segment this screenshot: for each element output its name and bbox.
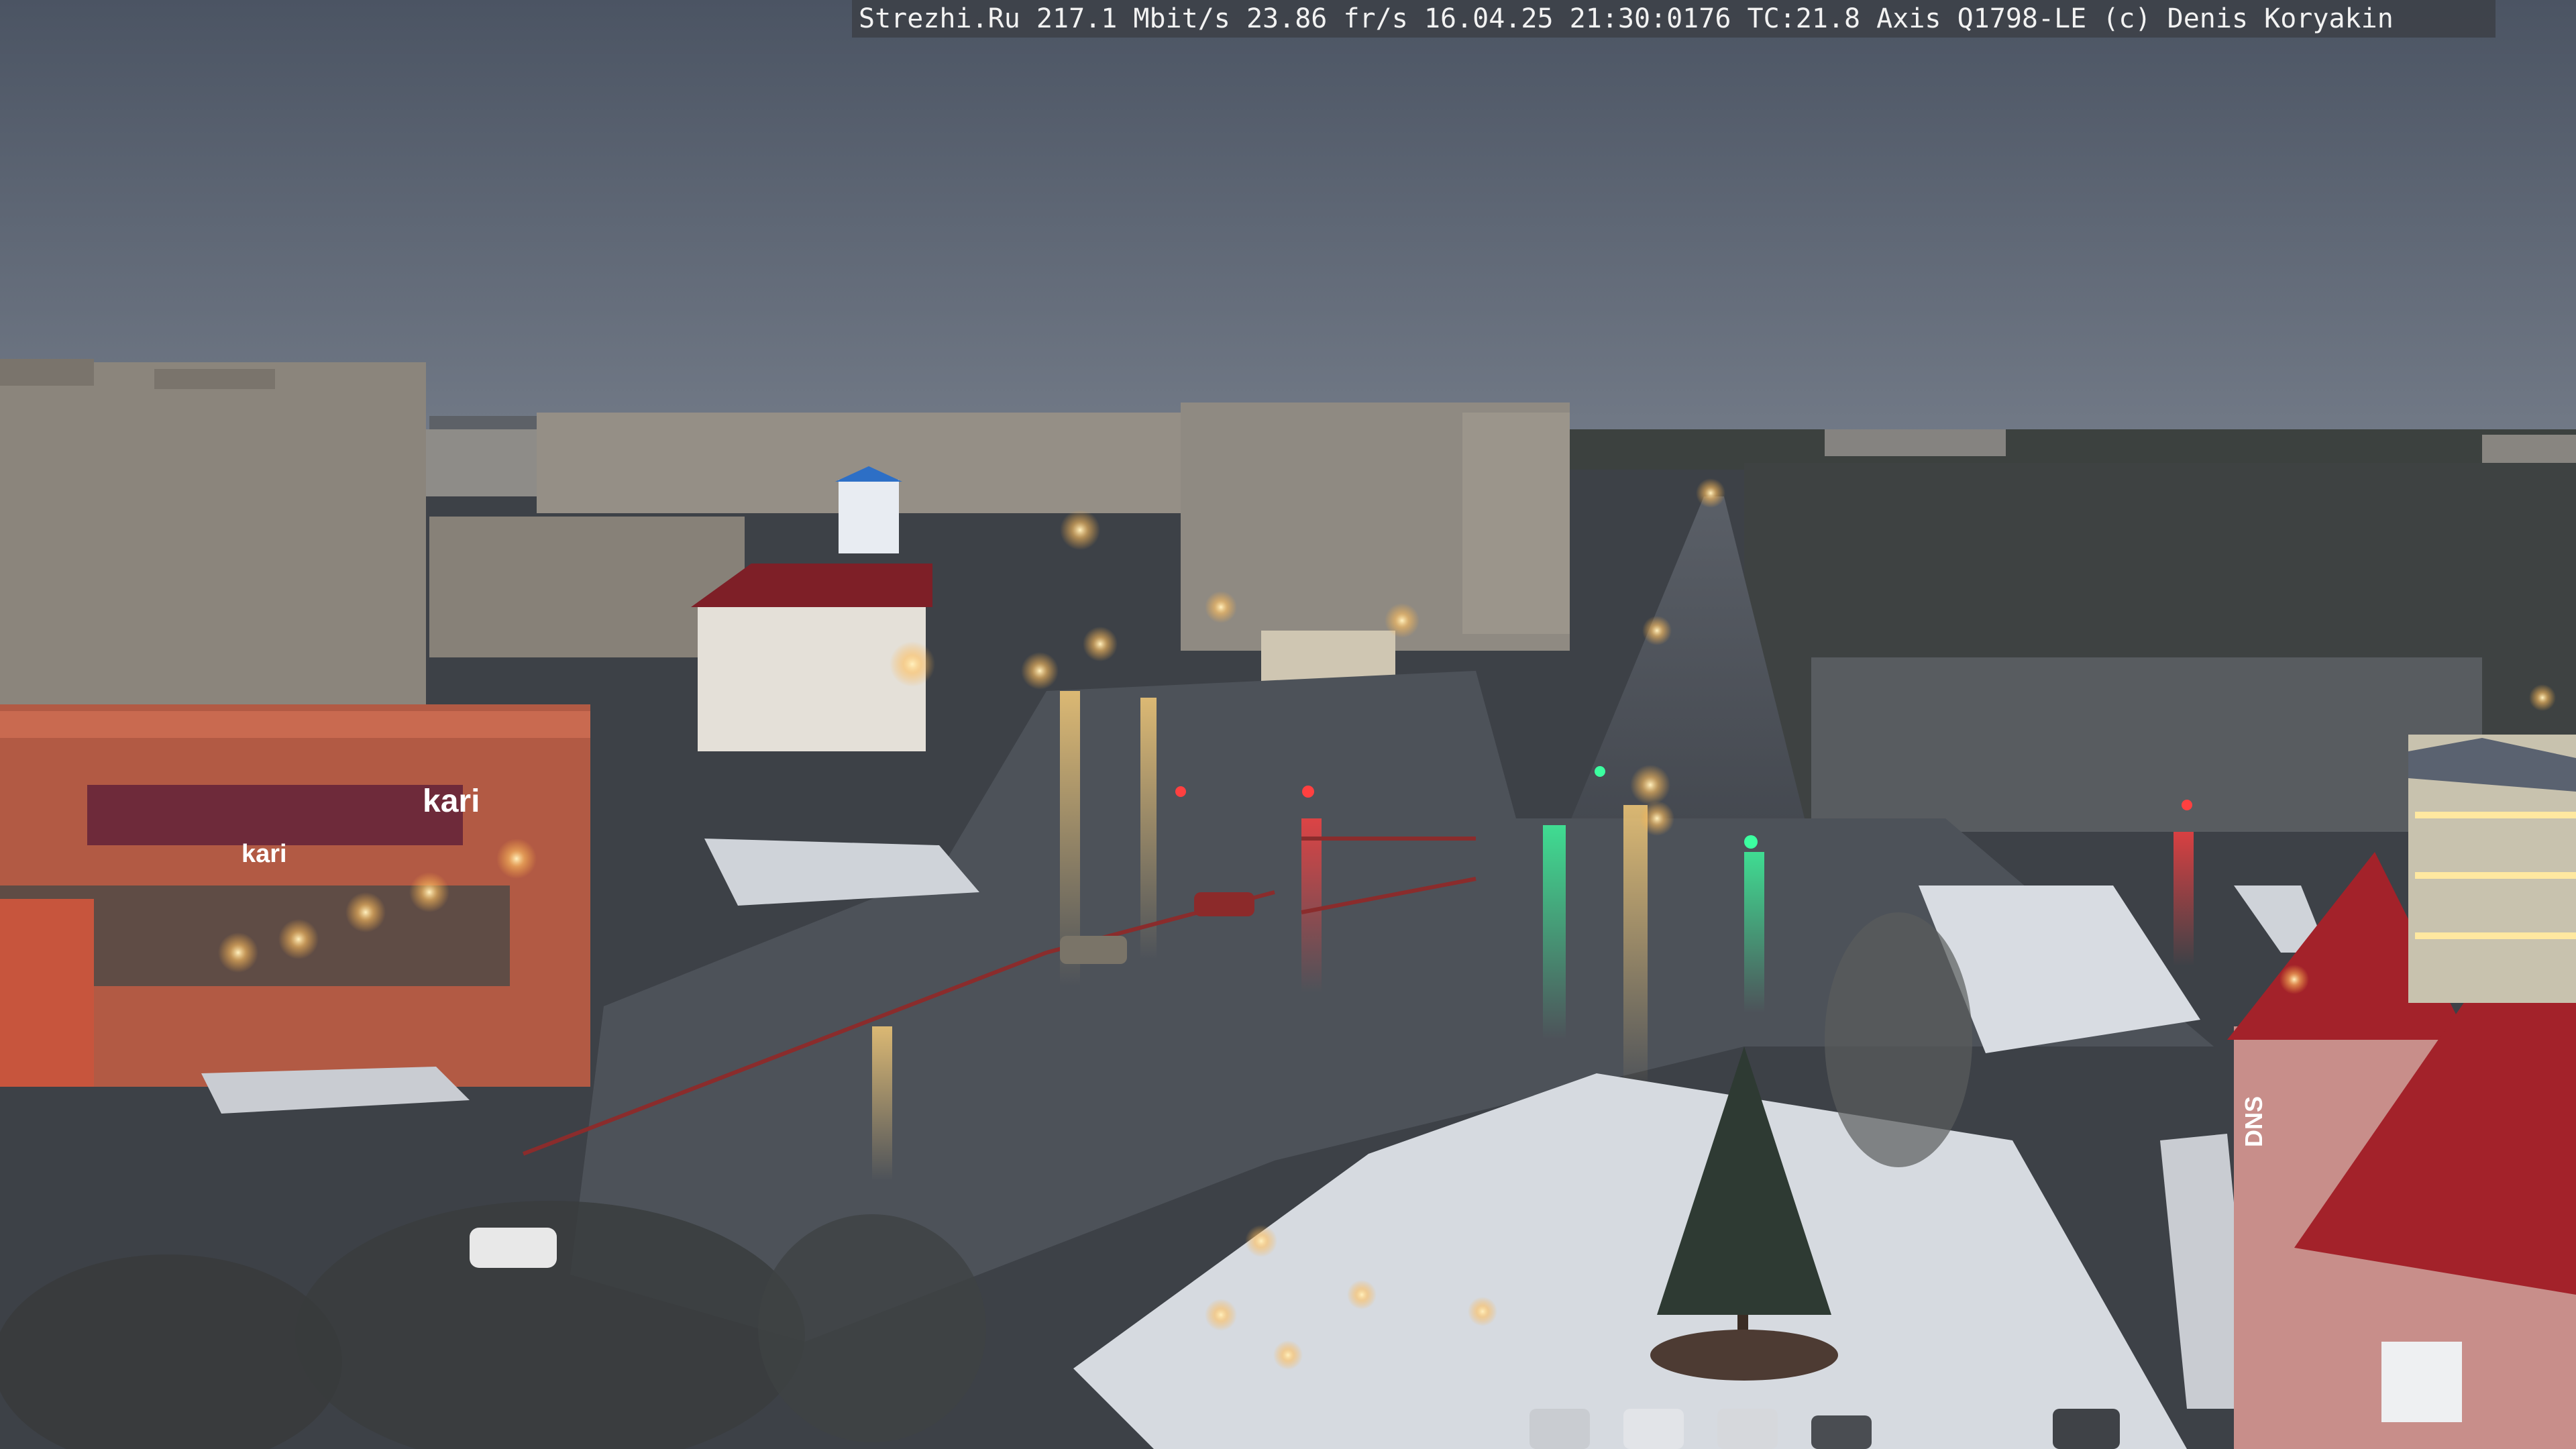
mid-apartment bbox=[429, 517, 745, 657]
kari-sign: kari bbox=[423, 784, 480, 819]
shopping-mall bbox=[0, 704, 590, 1087]
right-lit-building bbox=[2408, 735, 2576, 1003]
dns-sign: DNS bbox=[2240, 1096, 2267, 1147]
camera-info-overlay: Strezhi.Ru 217.1 Mbit/s 23.86 fr/s 16.04… bbox=[852, 0, 2496, 38]
kari-sign-small: kari bbox=[241, 840, 287, 868]
webcam-scene: kari kari DNS bbox=[0, 0, 2576, 1449]
